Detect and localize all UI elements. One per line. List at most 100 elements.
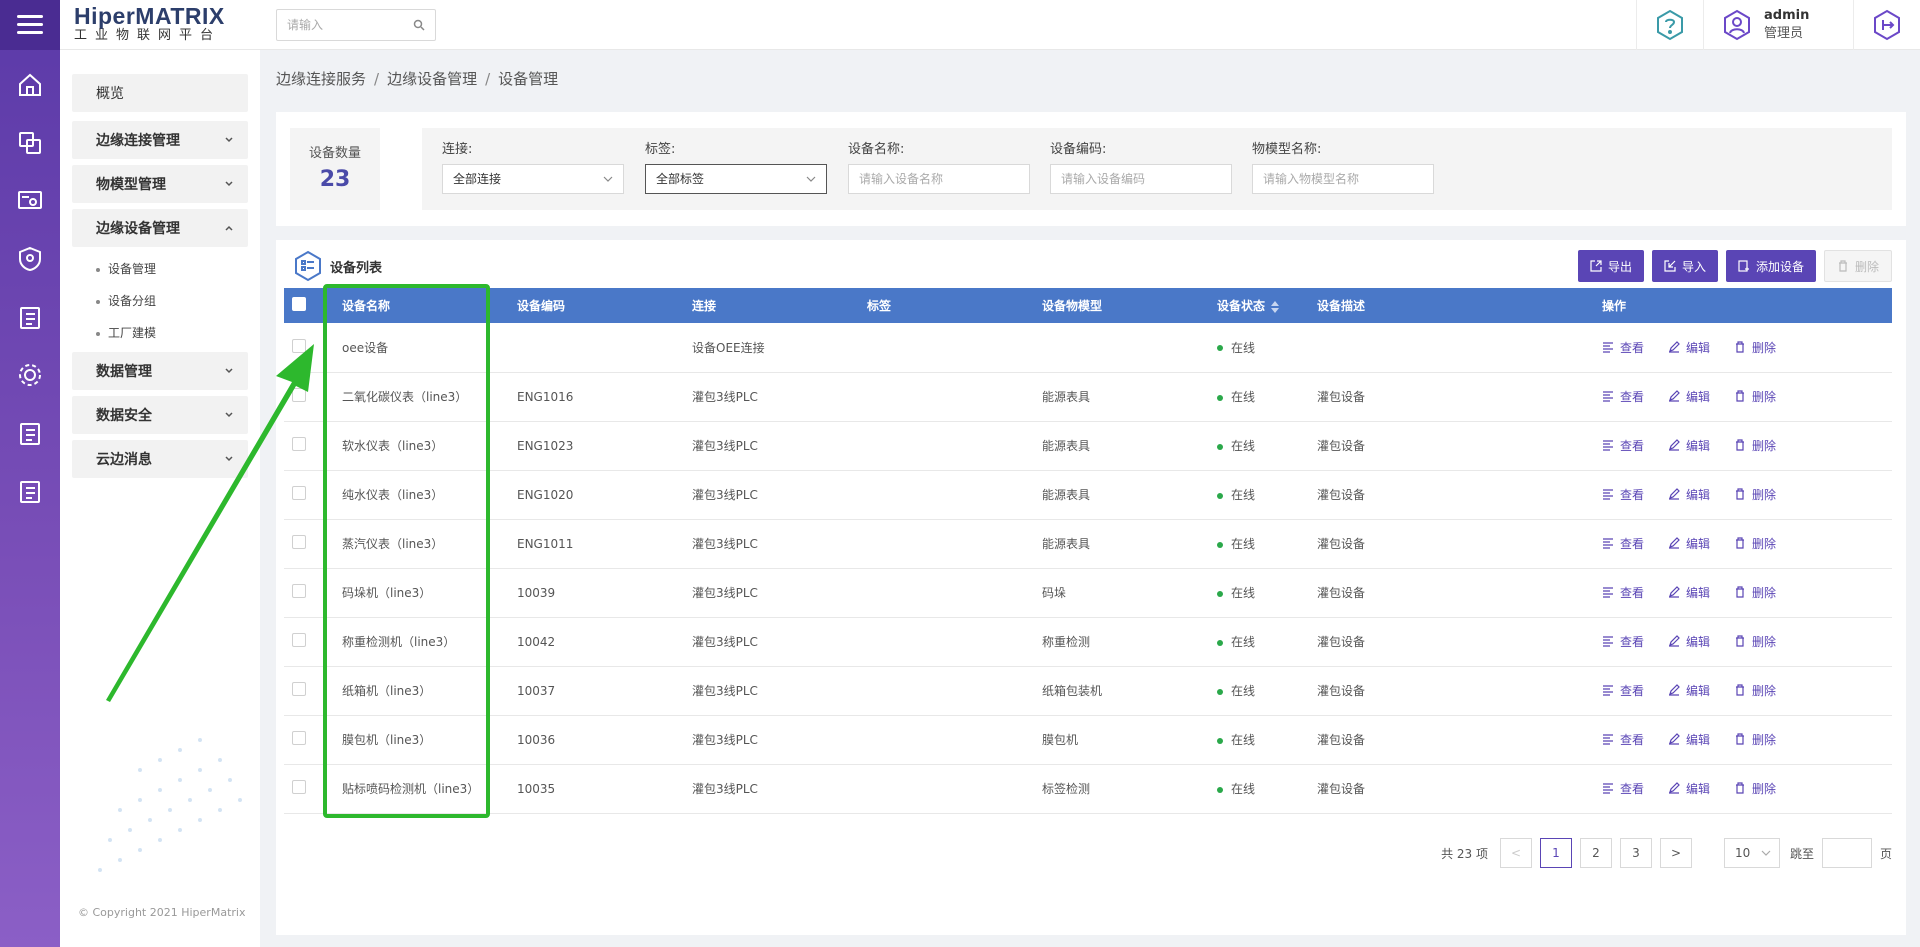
row-checkbox[interactable] bbox=[292, 535, 306, 549]
clipboard-icon[interactable] bbox=[0, 462, 60, 520]
device-code-input[interactable] bbox=[1050, 164, 1232, 194]
page-button[interactable]: 3 bbox=[1619, 838, 1652, 868]
edit-action[interactable]: 编辑 bbox=[1668, 486, 1710, 503]
global-search-input[interactable] bbox=[277, 10, 407, 40]
sidebar-item-data-security[interactable]: 数据安全 bbox=[72, 396, 248, 434]
table-row[interactable]: 纯水仪表（line3） ENG1020 灌包3线PLC 能源表具 在线 灌包设备 查看 编辑 删… bbox=[284, 470, 1892, 520]
table-row[interactable]: 纸箱机（line3） 10037 灌包3线PLC 纸箱包装机 在线 灌包设备 查看 编辑 删除 bbox=[284, 666, 1892, 716]
help-button[interactable] bbox=[1636, 0, 1703, 50]
prev-page-button[interactable]: < bbox=[1499, 838, 1532, 868]
connection-select[interactable]: 全部连接 bbox=[442, 164, 624, 194]
view-action-label: 查看 bbox=[1620, 585, 1645, 600]
tag-select[interactable]: 全部标签 bbox=[645, 164, 827, 194]
edit-action[interactable]: 编辑 bbox=[1668, 388, 1710, 405]
delete-action[interactable]: 删除 bbox=[1734, 780, 1776, 797]
breadcrumb-item[interactable]: 边缘设备管理 bbox=[387, 70, 477, 88]
status-column-header[interactable]: 设备状态 bbox=[1209, 288, 1309, 323]
edit-action[interactable]: 编辑 bbox=[1668, 339, 1710, 356]
home-icon[interactable] bbox=[0, 56, 60, 114]
delete-action[interactable]: 删除 bbox=[1734, 437, 1776, 454]
clipboard-icon[interactable] bbox=[0, 288, 60, 346]
delete-action[interactable]: 删除 bbox=[1734, 584, 1776, 601]
table-row[interactable]: 称重检测机（line3） 10042 灌包3线PLC 称重检测 在线 灌包设备 查看 编辑 删除 bbox=[284, 617, 1892, 667]
page-size-select[interactable]: 10 bbox=[1723, 838, 1780, 868]
next-page-button[interactable]: > bbox=[1659, 838, 1692, 868]
sidebar-item-cloud-edge-message[interactable]: 云边消息 bbox=[72, 440, 248, 478]
view-action[interactable]: 查看 bbox=[1602, 437, 1644, 454]
row-checkbox[interactable] bbox=[292, 780, 306, 794]
table-row[interactable]: 蒸汽仪表（line3） ENG1011 灌包3线PLC 能源表具 在线 灌包设备 查看 编辑 删… bbox=[284, 519, 1892, 569]
edit-action[interactable]: 编辑 bbox=[1668, 535, 1710, 552]
view-action[interactable]: 查看 bbox=[1602, 780, 1644, 797]
bulk-delete-button[interactable]: 删除 bbox=[1823, 250, 1892, 282]
page-button[interactable]: 1 bbox=[1539, 838, 1572, 868]
search-icon[interactable] bbox=[413, 19, 425, 31]
view-action[interactable]: 查看 bbox=[1602, 584, 1644, 601]
view-action[interactable]: 查看 bbox=[1602, 633, 1644, 650]
edit-action[interactable]: 编辑 bbox=[1668, 780, 1710, 797]
row-checkbox[interactable] bbox=[292, 731, 306, 745]
sidebar-item-edge-device[interactable]: 边缘设备管理 bbox=[72, 209, 248, 247]
sidebar-subitem-device-management[interactable]: 设备管理 bbox=[96, 260, 156, 277]
edit-action[interactable]: 编辑 bbox=[1668, 584, 1710, 601]
delete-action[interactable]: 删除 bbox=[1734, 535, 1776, 552]
brand-logo[interactable]: HiperMATRIX 工业物联网平台 bbox=[74, 4, 254, 46]
row-checkbox[interactable] bbox=[292, 682, 306, 696]
sidebar-subitem-device-group[interactable]: 设备分组 bbox=[96, 292, 156, 309]
cell-tag bbox=[859, 715, 1034, 765]
sidebar-item-data-management[interactable]: 数据管理 bbox=[72, 352, 248, 390]
monitor-eye-icon[interactable] bbox=[0, 172, 60, 230]
shield-icon[interactable] bbox=[0, 230, 60, 288]
edit-action[interactable]: 编辑 bbox=[1668, 633, 1710, 650]
model-name-input[interactable] bbox=[1252, 164, 1434, 194]
view-action[interactable]: 查看 bbox=[1602, 731, 1644, 748]
view-action[interactable]: 查看 bbox=[1602, 535, 1644, 552]
table-row[interactable]: 贴标喷码检测机（line3） 10035 灌包3线PLC 标签检测 在线 灌包设备 查看 编辑… bbox=[284, 764, 1892, 814]
table-row[interactable]: 膜包机（line3） 10036 灌包3线PLC 膜包机 在线 灌包设备 查看 编辑 删除 bbox=[284, 715, 1892, 765]
import-button[interactable]: 导入 bbox=[1651, 250, 1718, 282]
row-checkbox[interactable] bbox=[292, 338, 306, 353]
page-button[interactable]: 2 bbox=[1579, 838, 1612, 868]
sidebar-subitem-factory-modeling[interactable]: 工厂建模 bbox=[96, 324, 156, 341]
table-row[interactable]: 码垛机（line3） 10039 灌包3线PLC 码垛 在线 灌包设备 查看 编辑 删除 bbox=[284, 568, 1892, 618]
export-button[interactable]: 导出 bbox=[1577, 250, 1644, 282]
view-action[interactable]: 查看 bbox=[1602, 339, 1644, 356]
table-row[interactable]: 软水仪表（line3） ENG1023 灌包3线PLC 能源表具 在线 灌包设备 查看 编辑 删… bbox=[284, 421, 1892, 471]
device-name-input[interactable] bbox=[848, 164, 1030, 194]
row-checkbox[interactable] bbox=[292, 584, 306, 598]
row-checkbox[interactable] bbox=[292, 633, 306, 647]
view-action[interactable]: 查看 bbox=[1602, 388, 1644, 405]
table-row[interactable]: oee设备 设备OEE连接 在线 查看 编辑 删除 bbox=[284, 323, 1892, 373]
jump-page-input[interactable] bbox=[1821, 838, 1872, 868]
row-checkbox[interactable] bbox=[292, 388, 306, 402]
sort-icon[interactable] bbox=[1271, 300, 1280, 313]
view-action[interactable]: 查看 bbox=[1602, 682, 1644, 699]
gear-icon[interactable] bbox=[0, 346, 60, 404]
select-all-checkbox[interactable] bbox=[292, 297, 306, 311]
online-status-dot bbox=[1217, 541, 1223, 548]
delete-action[interactable]: 删除 bbox=[1734, 339, 1776, 356]
user-menu[interactable]: admin 管理员 bbox=[1703, 0, 1853, 50]
view-action[interactable]: 查看 bbox=[1602, 486, 1644, 503]
clipboard-icon[interactable] bbox=[0, 404, 60, 462]
logout-button[interactable] bbox=[1853, 0, 1920, 50]
sidebar-item-overview[interactable]: 概览 bbox=[72, 74, 248, 112]
menu-toggle-button[interactable] bbox=[0, 0, 60, 50]
delete-action[interactable]: 删除 bbox=[1734, 388, 1776, 405]
sidebar-item-thing-model[interactable]: 物模型管理 bbox=[72, 165, 248, 203]
add-device-button[interactable]: 添加设备 bbox=[1725, 250, 1816, 282]
row-checkbox[interactable] bbox=[292, 437, 306, 451]
delete-action[interactable]: 删除 bbox=[1734, 731, 1776, 748]
sidebar-item-edge-connection[interactable]: 边缘连接管理 bbox=[72, 121, 248, 159]
table-row[interactable]: 二氧化碳仪表（line3） ENG1016 灌包3线PLC 能源表具 在线 灌包设备 查看 编… bbox=[284, 372, 1892, 422]
edit-action[interactable]: 编辑 bbox=[1668, 731, 1710, 748]
row-checkbox[interactable] bbox=[292, 486, 306, 500]
cell-status: 在线 bbox=[1209, 470, 1309, 520]
delete-action[interactable]: 删除 bbox=[1734, 633, 1776, 650]
breadcrumb-item[interactable]: 边缘连接服务 bbox=[276, 70, 366, 88]
delete-action[interactable]: 删除 bbox=[1734, 682, 1776, 699]
delete-action[interactable]: 删除 bbox=[1734, 486, 1776, 503]
edit-action[interactable]: 编辑 bbox=[1668, 682, 1710, 699]
device-link-icon[interactable] bbox=[0, 114, 60, 172]
edit-action[interactable]: 编辑 bbox=[1668, 437, 1710, 454]
